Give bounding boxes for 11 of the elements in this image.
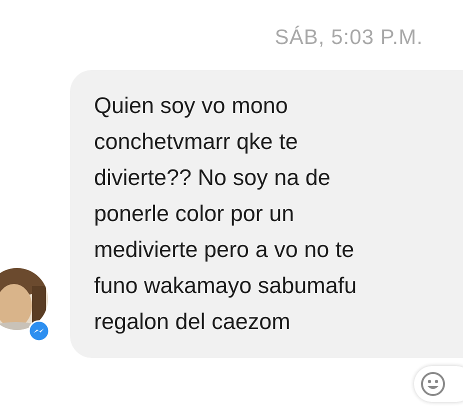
message-line: ponerle color por un [94, 200, 296, 228]
message-line: funo wakamayo sabumafu [94, 272, 358, 300]
message-line: conchetvmarr qke te [94, 128, 299, 156]
messenger-badge-icon [28, 320, 50, 342]
smiley-icon [420, 371, 446, 397]
message-timestamp: SÁB, 5:03 P.M. [274, 24, 423, 52]
message-line: regalon del caezom [94, 308, 292, 336]
message-line: divierte?? No soy na de [94, 164, 332, 192]
message-line: medivierte pero a vo no te [94, 236, 356, 264]
reaction-button[interactable] [414, 366, 463, 402]
message-line: Quien soy vo mono [94, 92, 289, 120]
